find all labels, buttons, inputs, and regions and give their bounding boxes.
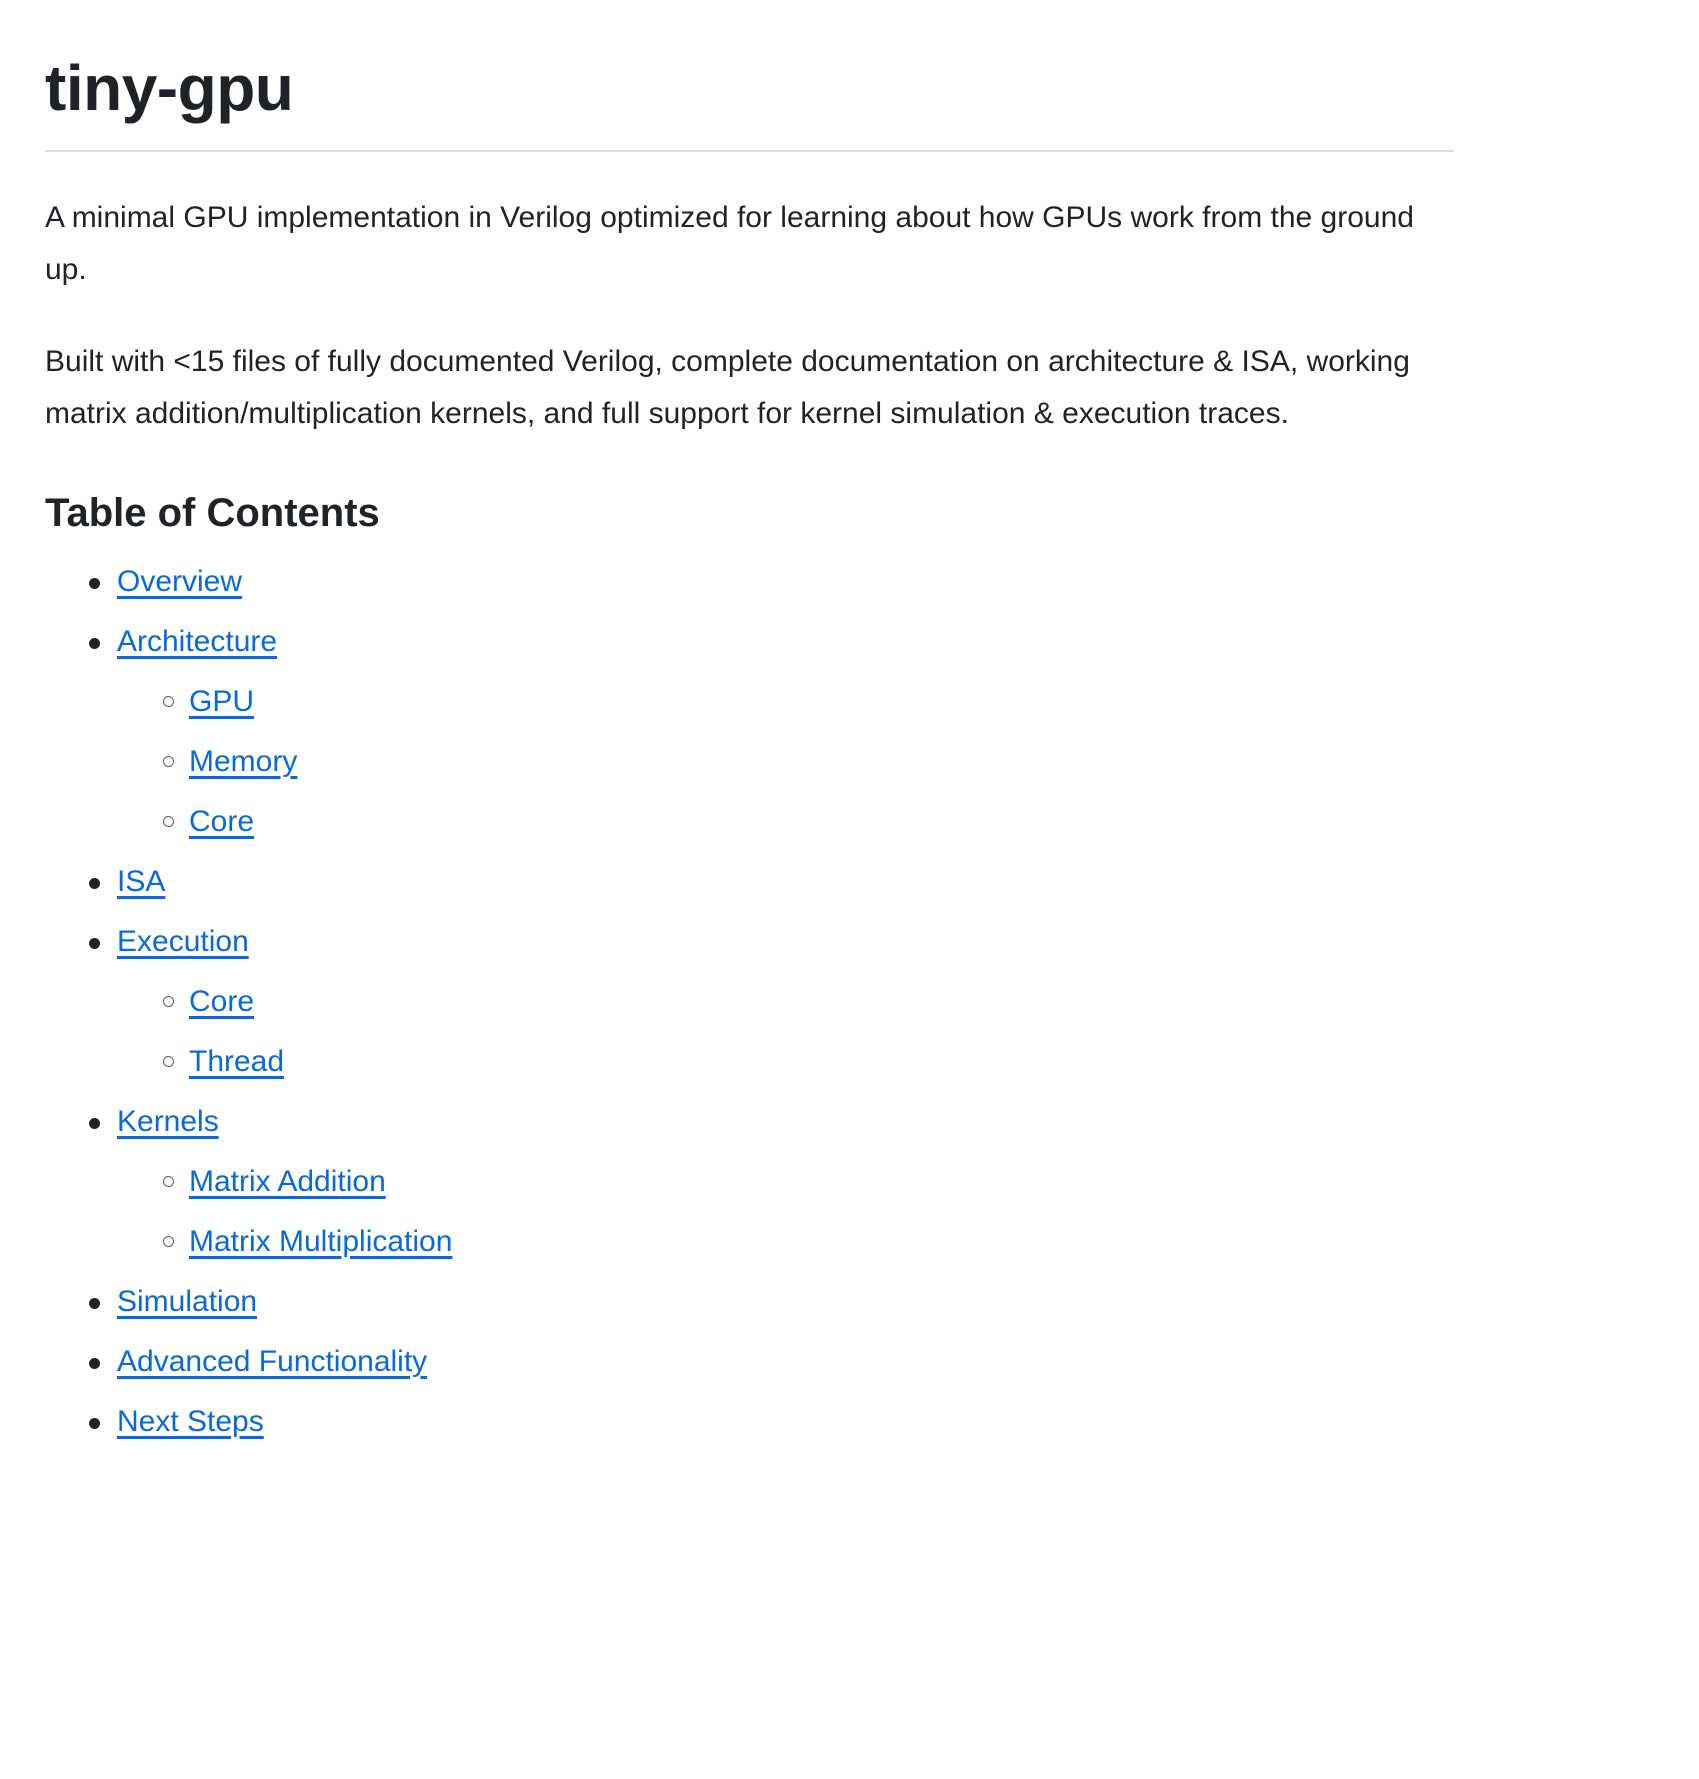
- list-item: Core: [163, 984, 1654, 1020]
- toc-link-simulation[interactable]: Simulation: [117, 1285, 257, 1318]
- list-item: Architecture GPU Memory Core: [89, 624, 1654, 840]
- toc-link-architecture[interactable]: Architecture: [117, 625, 277, 658]
- toc-sublist-execution: Core Thread: [117, 984, 1654, 1080]
- list-item: GPU: [163, 684, 1654, 720]
- toc-link-overview[interactable]: Overview: [117, 565, 242, 598]
- toc-link-memory[interactable]: Memory: [189, 745, 297, 778]
- list-item: Memory: [163, 744, 1654, 780]
- list-item: Simulation: [89, 1284, 1654, 1320]
- list-item: Next Steps: [89, 1404, 1654, 1440]
- list-item: Kernels Matrix Addition Matrix Multiplic…: [89, 1104, 1654, 1260]
- toc-link-isa[interactable]: ISA: [117, 865, 165, 898]
- list-item: Overview: [89, 564, 1654, 600]
- intro-paragraph: A minimal GPU implementation in Verilog …: [45, 201, 1414, 286]
- toc-link-next-steps[interactable]: Next Steps: [117, 1405, 264, 1438]
- toc-link-thread[interactable]: Thread: [189, 1045, 284, 1078]
- toc-link-execution[interactable]: Execution: [117, 925, 249, 958]
- toc-sublist-kernels: Matrix Addition Matrix Multiplication: [117, 1164, 1654, 1260]
- toc-sublist-architecture: GPU Memory Core: [117, 684, 1654, 840]
- page-title: tiny-gpu: [45, 52, 294, 124]
- list-item: Thread: [163, 1044, 1654, 1080]
- list-item: ISA: [89, 864, 1654, 900]
- list-item: Core: [163, 804, 1654, 840]
- toc-link-kernels[interactable]: Kernels: [117, 1105, 219, 1138]
- list-item: Matrix Addition: [163, 1164, 1654, 1200]
- list-item: Execution Core Thread: [89, 924, 1654, 1080]
- toc-link-gpu[interactable]: GPU: [189, 685, 254, 718]
- toc-link-architecture-core[interactable]: Core: [189, 805, 254, 838]
- toc-link-advanced-functionality[interactable]: Advanced Functionality: [117, 1345, 427, 1378]
- list-item: Matrix Multiplication: [163, 1224, 1654, 1260]
- title-divider: [45, 150, 1454, 152]
- table-of-contents-heading: Table of Contents: [45, 491, 380, 535]
- toc-link-matrix-addition[interactable]: Matrix Addition: [189, 1165, 386, 1198]
- table-of-contents-list: Overview Architecture GPU Memory Core IS…: [45, 564, 1654, 1440]
- description-paragraph: Built with <15 files of fully documented…: [45, 345, 1410, 430]
- toc-link-matrix-multiplication[interactable]: Matrix Multiplication: [189, 1225, 452, 1258]
- toc-link-execution-core[interactable]: Core: [189, 985, 254, 1018]
- list-item: Advanced Functionality: [89, 1344, 1654, 1380]
- readme-container: tiny-gpu A minimal GPU implementation in…: [0, 0, 1699, 1440]
